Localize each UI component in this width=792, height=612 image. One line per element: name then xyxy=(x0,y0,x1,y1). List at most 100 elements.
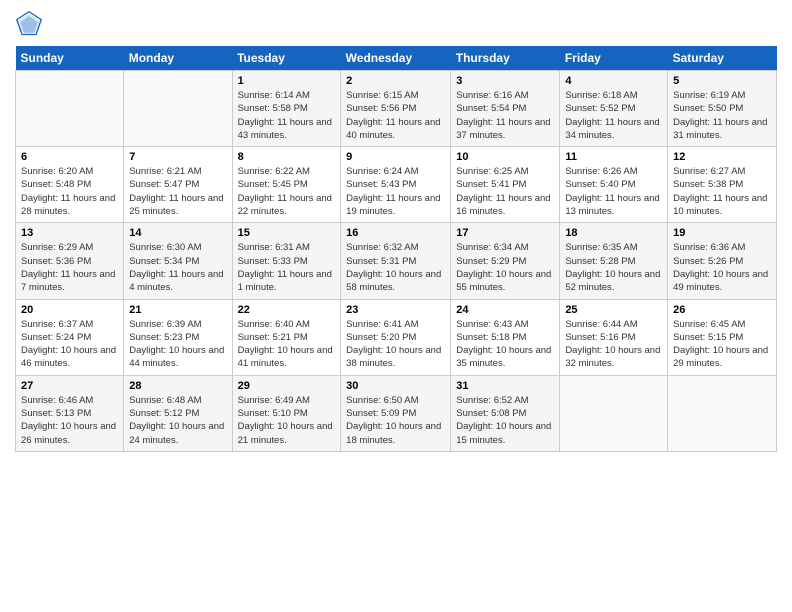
day-cell: 10 Sunrise: 6:25 AM Sunset: 5:41 PM Dayli… xyxy=(451,147,560,223)
day-info: Sunrise: 6:49 AM Sunset: 5:10 PM Dayligh… xyxy=(238,394,336,447)
day-info: Sunrise: 6:40 AM Sunset: 5:21 PM Dayligh… xyxy=(238,318,336,371)
calendar-table: SundayMondayTuesdayWednesdayThursdayFrid… xyxy=(15,46,777,452)
day-cell: 19 Sunrise: 6:36 AM Sunset: 5:26 PM Dayli… xyxy=(668,223,777,299)
day-number: 4 xyxy=(565,75,662,87)
day-info: Sunrise: 6:35 AM Sunset: 5:28 PM Dayligh… xyxy=(565,241,662,294)
day-number: 16 xyxy=(346,227,445,239)
day-cell: 29 Sunrise: 6:49 AM Sunset: 5:10 PM Dayli… xyxy=(232,375,341,451)
day-cell: 30 Sunrise: 6:50 AM Sunset: 5:09 PM Dayli… xyxy=(341,375,451,451)
day-info: Sunrise: 6:16 AM Sunset: 5:54 PM Dayligh… xyxy=(456,89,554,142)
col-header-thursday: Thursday xyxy=(451,46,560,71)
day-number: 15 xyxy=(238,227,336,239)
day-info: Sunrise: 6:46 AM Sunset: 5:13 PM Dayligh… xyxy=(21,394,118,447)
logo-icon xyxy=(15,10,43,38)
day-cell: 22 Sunrise: 6:40 AM Sunset: 5:21 PM Dayli… xyxy=(232,299,341,375)
day-cell: 6 Sunrise: 6:20 AM Sunset: 5:48 PM Daylig… xyxy=(16,147,124,223)
week-row-1: 1 Sunrise: 6:14 AM Sunset: 5:58 PM Daylig… xyxy=(16,71,777,147)
week-row-5: 27Sunrise: 6:46 AM Sunset: 5:13 PM Dayli… xyxy=(16,375,777,451)
day-number: 23 xyxy=(346,304,445,316)
day-cell: 5 Sunrise: 6:19 AM Sunset: 5:50 PM Daylig… xyxy=(668,71,777,147)
day-cell xyxy=(124,71,232,147)
day-info: Sunrise: 6:50 AM Sunset: 5:09 PM Dayligh… xyxy=(346,394,445,447)
day-number: 24 xyxy=(456,304,554,316)
day-info: Sunrise: 6:22 AM Sunset: 5:45 PM Dayligh… xyxy=(238,165,336,218)
day-cell: 16 Sunrise: 6:32 AM Sunset: 5:31 PM Dayli… xyxy=(341,223,451,299)
day-cell: 17Sunrise: 6:34 AM Sunset: 5:29 PM Dayli… xyxy=(451,223,560,299)
day-number: 14 xyxy=(129,227,226,239)
day-info: Sunrise: 6:45 AM Sunset: 5:15 PM Dayligh… xyxy=(673,318,771,371)
col-header-monday: Monday xyxy=(124,46,232,71)
day-info: Sunrise: 6:27 AM Sunset: 5:38 PM Dayligh… xyxy=(673,165,771,218)
day-info: Sunrise: 6:26 AM Sunset: 5:40 PM Dayligh… xyxy=(565,165,662,218)
day-info: Sunrise: 6:41 AM Sunset: 5:20 PM Dayligh… xyxy=(346,318,445,371)
header xyxy=(15,10,777,38)
page: SundayMondayTuesdayWednesdayThursdayFrid… xyxy=(0,0,792,612)
col-header-saturday: Saturday xyxy=(668,46,777,71)
day-cell: 18 Sunrise: 6:35 AM Sunset: 5:28 PM Dayli… xyxy=(560,223,668,299)
day-number: 6 xyxy=(21,151,118,163)
day-number: 2 xyxy=(346,75,445,87)
day-cell: 21 Sunrise: 6:39 AM Sunset: 5:23 PM Dayli… xyxy=(124,299,232,375)
day-info: Sunrise: 6:37 AM Sunset: 5:24 PM Dayligh… xyxy=(21,318,118,371)
day-info: Sunrise: 6:29 AM Sunset: 5:36 PM Dayligh… xyxy=(21,241,118,294)
day-info: Sunrise: 6:18 AM Sunset: 5:52 PM Dayligh… xyxy=(565,89,662,142)
day-info: Sunrise: 6:14 AM Sunset: 5:58 PM Dayligh… xyxy=(238,89,336,142)
day-cell: 27Sunrise: 6:46 AM Sunset: 5:13 PM Dayli… xyxy=(16,375,124,451)
col-header-sunday: Sunday xyxy=(16,46,124,71)
day-number: 19 xyxy=(673,227,771,239)
day-cell: 9 Sunrise: 6:24 AM Sunset: 5:43 PM Daylig… xyxy=(341,147,451,223)
day-number: 1 xyxy=(238,75,336,87)
day-info: Sunrise: 6:34 AM Sunset: 5:29 PM Dayligh… xyxy=(456,241,554,294)
day-info: Sunrise: 6:48 AM Sunset: 5:12 PM Dayligh… xyxy=(129,394,226,447)
day-info: Sunrise: 6:19 AM Sunset: 5:50 PM Dayligh… xyxy=(673,89,771,142)
week-row-4: 20 Sunrise: 6:37 AM Sunset: 5:24 PM Dayli… xyxy=(16,299,777,375)
day-cell: 1 Sunrise: 6:14 AM Sunset: 5:58 PM Daylig… xyxy=(232,71,341,147)
day-info: Sunrise: 6:52 AM Sunset: 5:08 PM Dayligh… xyxy=(456,394,554,447)
day-info: Sunrise: 6:21 AM Sunset: 5:47 PM Dayligh… xyxy=(129,165,226,218)
day-info: Sunrise: 6:43 AM Sunset: 5:18 PM Dayligh… xyxy=(456,318,554,371)
day-cell: 3 Sunrise: 6:16 AM Sunset: 5:54 PM Daylig… xyxy=(451,71,560,147)
day-number: 25 xyxy=(565,304,662,316)
day-number: 29 xyxy=(238,380,336,392)
day-number: 30 xyxy=(346,380,445,392)
day-cell: 14 Sunrise: 6:30 AM Sunset: 5:34 PM Dayli… xyxy=(124,223,232,299)
day-info: Sunrise: 6:20 AM Sunset: 5:48 PM Dayligh… xyxy=(21,165,118,218)
day-number: 5 xyxy=(673,75,771,87)
day-info: Sunrise: 6:32 AM Sunset: 5:31 PM Dayligh… xyxy=(346,241,445,294)
day-number: 9 xyxy=(346,151,445,163)
col-header-tuesday: Tuesday xyxy=(232,46,341,71)
day-info: Sunrise: 6:31 AM Sunset: 5:33 PM Dayligh… xyxy=(238,241,336,294)
day-number: 18 xyxy=(565,227,662,239)
day-number: 31 xyxy=(456,380,554,392)
col-header-friday: Friday xyxy=(560,46,668,71)
day-cell: 28Sunrise: 6:48 AM Sunset: 5:12 PM Dayli… xyxy=(124,375,232,451)
day-number: 26 xyxy=(673,304,771,316)
day-info: Sunrise: 6:30 AM Sunset: 5:34 PM Dayligh… xyxy=(129,241,226,294)
day-number: 22 xyxy=(238,304,336,316)
day-cell: 31 Sunrise: 6:52 AM Sunset: 5:08 PM Dayli… xyxy=(451,375,560,451)
day-cell: 23 Sunrise: 6:41 AM Sunset: 5:20 PM Dayli… xyxy=(341,299,451,375)
logo xyxy=(15,10,47,38)
day-cell xyxy=(16,71,124,147)
day-info: Sunrise: 6:39 AM Sunset: 5:23 PM Dayligh… xyxy=(129,318,226,371)
day-cell: 4 Sunrise: 6:18 AM Sunset: 5:52 PM Daylig… xyxy=(560,71,668,147)
day-info: Sunrise: 6:24 AM Sunset: 5:43 PM Dayligh… xyxy=(346,165,445,218)
day-number: 7 xyxy=(129,151,226,163)
day-info: Sunrise: 6:25 AM Sunset: 5:41 PM Dayligh… xyxy=(456,165,554,218)
day-cell xyxy=(668,375,777,451)
day-cell: 25 Sunrise: 6:44 AM Sunset: 5:16 PM Dayli… xyxy=(560,299,668,375)
day-number: 12 xyxy=(673,151,771,163)
day-cell: 8Sunrise: 6:22 AM Sunset: 5:45 PM Daylig… xyxy=(232,147,341,223)
day-number: 20 xyxy=(21,304,118,316)
day-cell: 20 Sunrise: 6:37 AM Sunset: 5:24 PM Dayli… xyxy=(16,299,124,375)
day-info: Sunrise: 6:44 AM Sunset: 5:16 PM Dayligh… xyxy=(565,318,662,371)
day-cell: 2Sunrise: 6:15 AM Sunset: 5:56 PM Daylig… xyxy=(341,71,451,147)
day-cell: 13Sunrise: 6:29 AM Sunset: 5:36 PM Dayli… xyxy=(16,223,124,299)
day-number: 10 xyxy=(456,151,554,163)
week-row-2: 6 Sunrise: 6:20 AM Sunset: 5:48 PM Daylig… xyxy=(16,147,777,223)
day-number: 11 xyxy=(565,151,662,163)
week-row-3: 13Sunrise: 6:29 AM Sunset: 5:36 PM Dayli… xyxy=(16,223,777,299)
day-info: Sunrise: 6:36 AM Sunset: 5:26 PM Dayligh… xyxy=(673,241,771,294)
day-number: 21 xyxy=(129,304,226,316)
day-number: 3 xyxy=(456,75,554,87)
